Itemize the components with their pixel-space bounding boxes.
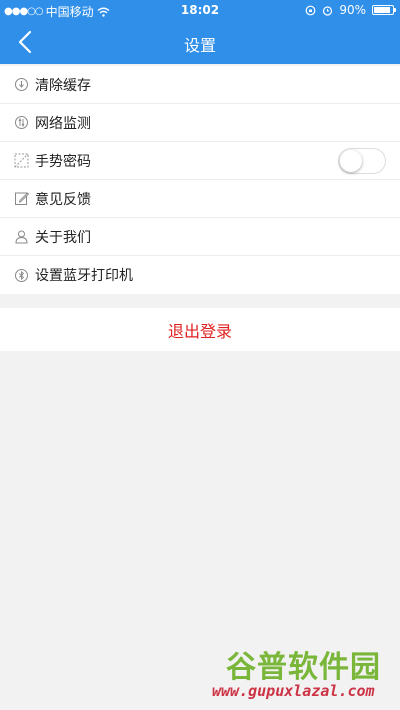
clear-cache-icon xyxy=(14,77,29,92)
page-title: 设置 xyxy=(183,36,216,55)
menu-item-gesture-password[interactable]: 手势密码 xyxy=(0,142,400,180)
nav-bar: 设置 xyxy=(0,20,400,64)
battery-fill xyxy=(374,7,390,13)
settings-list: 清除缓存 网络监测 手势密码 意见反馈 关于我们 设置蓝牙打印机 xyxy=(0,66,400,294)
feedback-icon xyxy=(14,191,29,206)
battery-icon xyxy=(372,5,396,15)
menu-item-label: 手势密码 xyxy=(35,153,91,170)
watermark-title: 谷普软件园 xyxy=(226,650,381,685)
menu-item-label: 网络监测 xyxy=(35,115,91,132)
watermark: 谷普软件园 www.gupuxlazal.com xyxy=(212,642,392,704)
bluetooth-icon xyxy=(14,268,29,283)
menu-item-network-check[interactable]: 网络监测 xyxy=(0,104,400,142)
menu-item-about-us[interactable]: 关于我们 xyxy=(0,218,400,256)
user-icon xyxy=(14,229,29,244)
menu-item-label: 关于我们 xyxy=(35,229,91,246)
menu-item-label: 意见反馈 xyxy=(35,191,91,208)
toggle-knob xyxy=(340,150,362,172)
gesture-password-toggle[interactable] xyxy=(338,148,386,174)
logout-button[interactable]: 退出登录 xyxy=(0,308,400,351)
menu-item-clear-cache[interactable]: 清除缓存 xyxy=(0,66,400,104)
watermark-url: www.gupuxlazal.com xyxy=(212,682,375,700)
menu-item-label: 设置蓝牙打印机 xyxy=(35,268,133,284)
menu-item-label: 清除缓存 xyxy=(35,77,91,94)
status-right: 90% xyxy=(305,3,396,17)
battery-percent: 90% xyxy=(339,3,366,17)
logout-label: 退出登录 xyxy=(167,321,232,341)
menu-item-feedback[interactable]: 意见反馈 xyxy=(0,180,400,218)
status-bar: ●●●○○ 中国移动 18:02 90% xyxy=(0,0,400,20)
orientation-lock-icon xyxy=(305,5,316,15)
alarm-icon xyxy=(323,5,333,16)
menu-item-bluetooth-printer[interactable]: 设置蓝牙打印机 xyxy=(0,256,400,294)
network-icon xyxy=(14,115,29,130)
gesture-icon xyxy=(14,153,29,168)
